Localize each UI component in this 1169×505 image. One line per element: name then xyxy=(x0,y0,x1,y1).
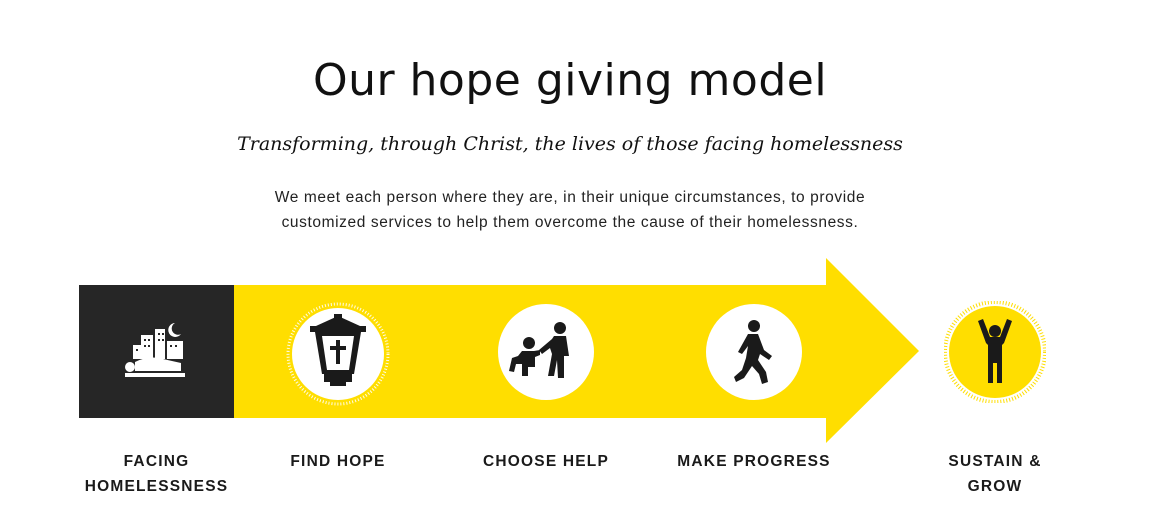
step-label-choose-help: CHOOSE HELP xyxy=(482,453,610,470)
step-label-make-progress: MAKE PROGRESS xyxy=(677,453,831,470)
raised-arms-icon xyxy=(943,300,1047,408)
lantern-cross-icon xyxy=(286,302,390,411)
sleeping-outdoors-icon xyxy=(119,315,194,390)
hope-model-flow xyxy=(0,0,1169,505)
progress-arrow xyxy=(79,258,919,443)
walking-person-icon xyxy=(706,304,802,405)
step-label-sustain-and-grow: SUSTAIN & GROW xyxy=(948,453,1042,495)
step-label-find-hope: FIND HOPE xyxy=(290,453,386,470)
helping-hand-icon xyxy=(498,304,594,405)
step-label-facing-homelessness: FACING HOMELESSNESS xyxy=(84,453,229,495)
